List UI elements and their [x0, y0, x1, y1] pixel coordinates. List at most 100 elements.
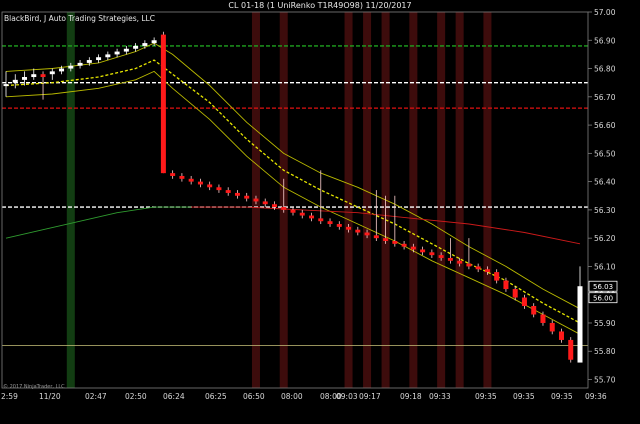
copyright-text: © 2017 NinjaTrader, LLC: [3, 383, 65, 390]
bar-body: [49, 71, 55, 75]
bar-body: [568, 339, 574, 360]
bar-body: [188, 178, 194, 182]
bar-body: [420, 249, 426, 253]
bar-body: [179, 175, 185, 179]
indicator-line: [5, 70, 581, 335]
bar-body: [355, 229, 361, 233]
bar-body: [12, 79, 18, 83]
bar-body: [207, 184, 213, 188]
bar-body: [484, 269, 490, 273]
indicator-line: [5, 59, 581, 324]
bar-body: [290, 209, 296, 213]
bar-body: [318, 218, 324, 222]
indicator-line: [5, 206, 192, 239]
bar-body: [123, 48, 129, 52]
bar-body: [410, 246, 416, 250]
bar-body: [234, 192, 240, 196]
x-tick-label: 09:35: [551, 392, 573, 401]
chart[interactable]: 57.00 56.90 56.80 56.70 56.60 56.50 56.40 56.30…: [0, 0, 640, 424]
bar-body: [299, 212, 305, 216]
bar-body: [521, 297, 527, 307]
bar-body: [309, 215, 315, 219]
bar-body: [253, 198, 259, 202]
bar-body: [151, 40, 157, 44]
bar-body: [225, 190, 231, 193]
y-tick-label: 56.60: [594, 121, 616, 130]
x-tick-label: 06:24: [163, 392, 185, 401]
y-tick-label: 55.80: [594, 347, 616, 356]
x-tick-label: 11/20: [39, 392, 61, 401]
bar-body: [22, 77, 28, 80]
bar-body: [105, 54, 111, 58]
bar-body: [336, 224, 342, 227]
y-tick-label: 56.20: [594, 234, 616, 243]
y-tick-label: 56.70: [594, 93, 616, 102]
y-axis: 57.00 56.90 56.80 56.70 56.60 56.50 56.40 56.30…: [588, 8, 616, 385]
red-zone: [363, 12, 372, 388]
bar-body: [447, 257, 453, 261]
bar-body: [429, 252, 435, 256]
bar-body: [531, 306, 537, 315]
y-tick-label: 55.70: [594, 376, 616, 385]
x-tick-label: 06:50: [243, 392, 265, 401]
zone-layer: [66, 12, 492, 388]
plot-frame: [1, 11, 589, 389]
bar-body: [494, 272, 500, 281]
bar-body: [401, 243, 407, 247]
y-tick-label: 56.50: [594, 149, 616, 158]
bar-body: [383, 238, 389, 241]
bar-body: [475, 266, 481, 270]
bar-body: [438, 255, 444, 258]
bar-body: [68, 65, 74, 69]
bar-body: [549, 322, 555, 332]
chart-subtitle: BlackBird, J Auto Trading Strategies, LL…: [4, 14, 155, 23]
bar-body: [558, 331, 564, 340]
x-tick-label: 09:17: [359, 392, 381, 401]
x-tick-label: 06:25: [205, 392, 227, 401]
bar-body: [346, 226, 352, 230]
x-tick-label: 09:36: [585, 392, 607, 401]
bar-body: [503, 280, 509, 290]
bar-body: [3, 84, 9, 87]
bar-body: [142, 43, 148, 46]
x-tick-label: 02:50: [125, 392, 147, 401]
red-zone: [483, 12, 492, 388]
bar-body: [40, 74, 46, 78]
y-tick-label: 57.00: [594, 8, 616, 17]
x-tick-label: 09:33: [429, 392, 451, 401]
bar-body: [392, 240, 398, 244]
red-zone: [409, 12, 418, 388]
y-tick-label: 56.10: [594, 262, 616, 271]
y-tick-label: 56.30: [594, 206, 616, 215]
bar-layer: [3, 31, 583, 363]
bar-body: [373, 235, 379, 239]
bar-body: [512, 289, 518, 298]
x-tick-label: 2:59: [1, 392, 18, 401]
bar-body: [466, 263, 472, 267]
bar-body: [327, 221, 333, 225]
current-price-badge: 56.03: [593, 283, 613, 291]
bar-body: [540, 314, 546, 323]
bar-body: [170, 173, 176, 176]
bar-body: [86, 60, 92, 63]
bar-body: [96, 57, 102, 61]
red-zone: [344, 12, 353, 388]
red-zone: [455, 12, 464, 388]
bar-body: [271, 204, 277, 208]
plot-border: [1, 11, 589, 389]
bar-body: [59, 68, 65, 72]
bar-body: [364, 232, 370, 236]
bar-body: [114, 51, 120, 55]
price-badge: 56.00: [593, 295, 613, 303]
bar-body: [281, 207, 287, 210]
x-tick-label: 09:18: [400, 392, 422, 401]
bar-body: [577, 286, 583, 363]
bar-body: [244, 195, 250, 199]
y-tick-label: 56.90: [594, 36, 616, 45]
bar-body: [262, 201, 268, 205]
x-tick-label: 02:47: [85, 392, 107, 401]
bar-body: [77, 62, 83, 66]
bar-body: [133, 45, 139, 49]
horizontal-levels: [2, 45, 588, 346]
indicator-layer: [5, 42, 581, 335]
